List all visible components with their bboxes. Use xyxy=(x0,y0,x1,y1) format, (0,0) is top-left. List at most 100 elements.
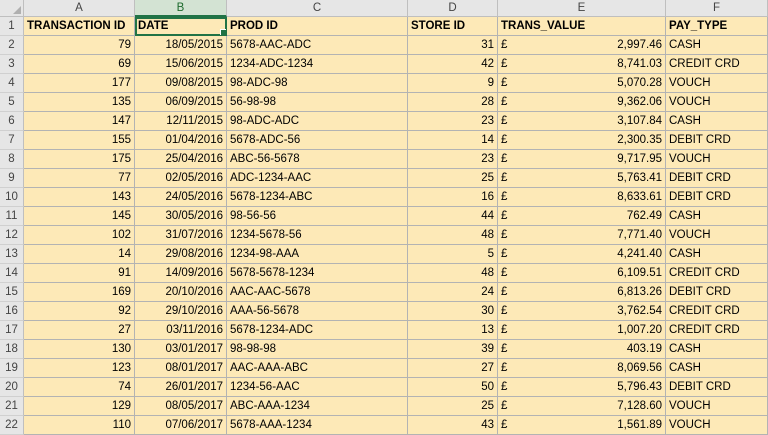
cell-pay-type[interactable]: DEBIT CRD xyxy=(666,131,768,150)
cell-store-id[interactable]: 24 xyxy=(408,283,498,302)
cell-prod-id[interactable]: ADC-1234-AAC xyxy=(227,169,408,188)
cell-prod-id[interactable]: ABC-AAA-1234 xyxy=(227,397,408,416)
cell-pay-type[interactable]: CASH xyxy=(666,36,768,55)
cell-transaction-id[interactable]: 147 xyxy=(24,112,135,131)
row-header[interactable]: 7 xyxy=(0,131,24,150)
cell-pay-type[interactable]: CASH xyxy=(666,340,768,359)
row-header[interactable]: 17 xyxy=(0,321,24,340)
cell-prod-id[interactable]: 5678-1234-ABC xyxy=(227,188,408,207)
cell-trans-value[interactable]: £5,763.41 xyxy=(498,169,666,188)
row-header[interactable]: 10 xyxy=(0,188,24,207)
cell-trans-value[interactable]: £1,007.20 xyxy=(498,321,666,340)
header-trans-value[interactable]: TRANS_VALUE xyxy=(498,17,666,36)
cell-date[interactable]: 30/05/2016 xyxy=(135,207,227,226)
row-header[interactable]: 14 xyxy=(0,264,24,283)
row-header[interactable]: 18 xyxy=(0,340,24,359)
row-header[interactable]: 6 xyxy=(0,112,24,131)
cell-date[interactable]: 26/01/2017 xyxy=(135,378,227,397)
cell-transaction-id[interactable]: 91 xyxy=(24,264,135,283)
cell-trans-value[interactable]: £6,109.51 xyxy=(498,264,666,283)
cell-pay-type[interactable]: CASH xyxy=(666,245,768,264)
cell-pay-type[interactable]: VOUCH xyxy=(666,226,768,245)
cell-transaction-id[interactable]: 175 xyxy=(24,150,135,169)
cell-pay-type[interactable]: CASH xyxy=(666,359,768,378)
cell-date[interactable]: 14/09/2016 xyxy=(135,264,227,283)
cell-date[interactable]: 12/11/2015 xyxy=(135,112,227,131)
cell-transaction-id[interactable]: 74 xyxy=(24,378,135,397)
column-header-e[interactable]: E xyxy=(498,0,666,17)
cell-transaction-id[interactable]: 69 xyxy=(24,55,135,74)
cell-trans-value[interactable]: £5,796.43 xyxy=(498,378,666,397)
cell-trans-value[interactable]: £9,717.95 xyxy=(498,150,666,169)
cell-prod-id[interactable]: AAC-AAA-ABC xyxy=(227,359,408,378)
cell-date[interactable]: 29/08/2016 xyxy=(135,245,227,264)
cell-store-id[interactable]: 14 xyxy=(408,131,498,150)
cell-trans-value[interactable]: £6,813.26 xyxy=(498,283,666,302)
cell-date[interactable]: 31/07/2016 xyxy=(135,226,227,245)
cell-store-id[interactable]: 42 xyxy=(408,55,498,74)
cell-transaction-id[interactable]: 77 xyxy=(24,169,135,188)
cell-pay-type[interactable]: CREDIT CRD xyxy=(666,302,768,321)
row-header[interactable]: 12 xyxy=(0,226,24,245)
cell-store-id[interactable]: 23 xyxy=(408,112,498,131)
header-prod-id[interactable]: PROD ID xyxy=(227,17,408,36)
cell-pay-type[interactable]: VOUCH xyxy=(666,93,768,112)
row-header[interactable]: 8 xyxy=(0,150,24,169)
cell-transaction-id[interactable]: 110 xyxy=(24,416,135,435)
cell-trans-value[interactable]: £7,128.60 xyxy=(498,397,666,416)
cell-trans-value[interactable]: £403.19 xyxy=(498,340,666,359)
column-header-d[interactable]: D xyxy=(408,0,498,17)
cell-date[interactable]: 02/05/2016 xyxy=(135,169,227,188)
row-header[interactable]: 9 xyxy=(0,169,24,188)
cell-store-id[interactable]: 25 xyxy=(408,169,498,188)
row-header[interactable]: 11 xyxy=(0,207,24,226)
cell-date[interactable]: 03/01/2017 xyxy=(135,340,227,359)
cell-trans-value[interactable]: £8,069.56 xyxy=(498,359,666,378)
row-header[interactable]: 21 xyxy=(0,397,24,416)
column-header-b[interactable]: B xyxy=(135,0,227,17)
cell-prod-id[interactable]: 98-ADC-98 xyxy=(227,74,408,93)
cell-date[interactable]: 15/06/2015 xyxy=(135,55,227,74)
row-header[interactable]: 22 xyxy=(0,416,24,435)
cell-trans-value[interactable]: £762.49 xyxy=(498,207,666,226)
header-store-id[interactable]: STORE ID xyxy=(408,17,498,36)
row-header[interactable]: 16 xyxy=(0,302,24,321)
cell-pay-type[interactable]: VOUCH xyxy=(666,416,768,435)
row-header[interactable]: 20 xyxy=(0,378,24,397)
row-header[interactable]: 2 xyxy=(0,36,24,55)
cell-trans-value[interactable]: £1,561.89 xyxy=(498,416,666,435)
cell-store-id[interactable]: 23 xyxy=(408,150,498,169)
cell-date[interactable]: 29/10/2016 xyxy=(135,302,227,321)
cell-store-id[interactable]: 16 xyxy=(408,188,498,207)
column-header-f[interactable]: F xyxy=(666,0,768,17)
column-header-c[interactable]: C xyxy=(227,0,408,17)
cell-trans-value[interactable]: £8,741.03 xyxy=(498,55,666,74)
cell-trans-value[interactable]: £2,997.46 xyxy=(498,36,666,55)
cell-date[interactable]: 08/01/2017 xyxy=(135,359,227,378)
row-header-1[interactable]: 1 xyxy=(0,17,24,36)
cell-trans-value[interactable]: £3,762.54 xyxy=(498,302,666,321)
cell-trans-value[interactable]: £7,771.40 xyxy=(498,226,666,245)
cell-transaction-id[interactable]: 102 xyxy=(24,226,135,245)
cell-pay-type[interactable]: CASH xyxy=(666,112,768,131)
cell-pay-type[interactable]: DEBIT CRD xyxy=(666,188,768,207)
cell-trans-value[interactable]: £8,633.61 xyxy=(498,188,666,207)
cell-pay-type[interactable]: CREDIT CRD xyxy=(666,321,768,340)
cell-store-id[interactable]: 44 xyxy=(408,207,498,226)
cell-pay-type[interactable]: DEBIT CRD xyxy=(666,169,768,188)
cell-date[interactable]: 08/05/2017 xyxy=(135,397,227,416)
cell-prod-id[interactable]: 98-98-98 xyxy=(227,340,408,359)
cell-prod-id[interactable]: 56-98-98 xyxy=(227,93,408,112)
cell-prod-id[interactable]: 98-ADC-ADC xyxy=(227,112,408,131)
cell-date[interactable]: 25/04/2016 xyxy=(135,150,227,169)
cell-store-id[interactable]: 27 xyxy=(408,359,498,378)
cell-transaction-id[interactable]: 27 xyxy=(24,321,135,340)
cell-transaction-id[interactable]: 130 xyxy=(24,340,135,359)
cell-transaction-id[interactable]: 143 xyxy=(24,188,135,207)
cell-store-id[interactable]: 43 xyxy=(408,416,498,435)
cell-trans-value[interactable]: £2,300.35 xyxy=(498,131,666,150)
row-header[interactable]: 4 xyxy=(0,74,24,93)
cell-prod-id[interactable]: AAA-56-5678 xyxy=(227,302,408,321)
header-pay-type[interactable]: PAY_TYPE xyxy=(666,17,768,36)
cell-store-id[interactable]: 9 xyxy=(408,74,498,93)
